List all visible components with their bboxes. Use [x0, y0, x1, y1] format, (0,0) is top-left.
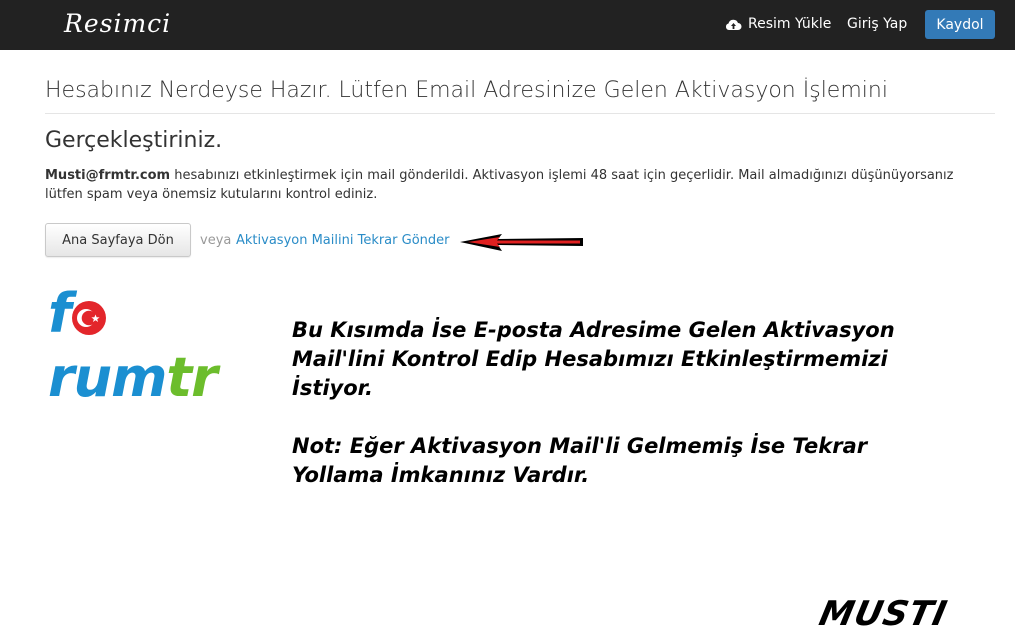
login-link[interactable]: Giriş Yap [847, 16, 907, 32]
note-line: Bu Kısımda İse E-posta Adresime Gelen Ak… [292, 318, 895, 342]
forumtr-logo: f rumtr [48, 282, 263, 409]
upload-image-link[interactable]: Resim Yükle [725, 16, 831, 32]
annotation-note: Bu Kısımda İse E-posta Adresime Gelen Ak… [292, 316, 932, 490]
register-button[interactable]: Kaydol [925, 10, 995, 39]
account-email: Musti@frmtr.com [45, 168, 171, 183]
signature: MUSTI [815, 594, 952, 634]
title-divider [45, 113, 995, 114]
note-line: Mail'lini Kontrol Edip Hesabımızı Etkinl… [292, 347, 888, 371]
page-title: Hesabınız Nerdeyse Hazır. Lütfen Email A… [45, 78, 888, 103]
cloud-upload-icon [725, 19, 742, 30]
red-arrow-annotation [460, 234, 583, 251]
note-line: İstiyor. [292, 376, 374, 400]
flag-o-icon [71, 301, 106, 335]
top-navbar: Resimci Resim Yükle Giriş Yap Kaydol [0, 0, 1015, 50]
logo-text-f: f [48, 282, 71, 345]
brand-logo[interactable]: Resimci [64, 9, 171, 38]
activation-message: Musti@frmtr.com hesabınızı etkinleştirme… [45, 166, 995, 204]
home-page-button[interactable]: Ana Sayfaya Dön [45, 223, 191, 257]
upload-image-label: Resim Yükle [748, 16, 832, 32]
activation-message-text: hesabınızı etkinleştirmek için mail gönd… [45, 168, 954, 202]
note-line: Yollama İmkanınız Vardır. [292, 463, 590, 487]
logo-text-rum: rum [48, 346, 167, 409]
page-title-continued: Gerçekleştiriniz. [45, 128, 223, 153]
or-text: veya [200, 233, 232, 248]
resend-activation-link[interactable]: Aktivasyon Mailini Tekrar Gönder [236, 233, 450, 248]
note-line: Not: Eğer Aktivasyon Mail'li Gelmemiş İs… [292, 434, 868, 458]
logo-text-tr: tr [166, 346, 217, 409]
